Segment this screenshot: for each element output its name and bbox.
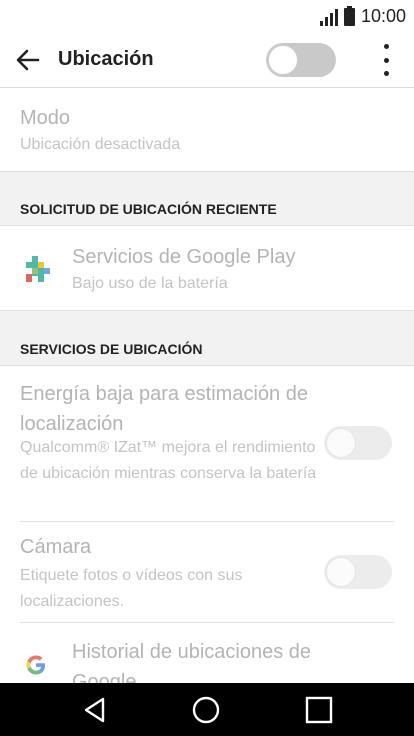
app-bar: Ubicación bbox=[0, 32, 414, 88]
google-play-services-title: Servicios de Google Play bbox=[72, 246, 296, 268]
battery-icon bbox=[343, 5, 355, 26]
section-header-recent: SOLICITUD DE UBICACIÓN RECIENTE bbox=[0, 171, 414, 226]
google-icon bbox=[26, 655, 45, 675]
toggle-knob bbox=[326, 428, 356, 458]
list-item-low-energy-estimation[interactable]: Energía baja para estimación de localiza… bbox=[0, 366, 414, 522]
list-item-camera[interactable]: Cámara Etiquete fotos o vídeos con sus l… bbox=[0, 523, 414, 621]
low-energy-toggle[interactable] bbox=[324, 426, 392, 460]
mode-subtitle: Ubicación desactivada bbox=[20, 136, 181, 153]
low-energy-title: Energía baja para estimación de localiza… bbox=[20, 383, 308, 435]
section-services-label: SERVICIOS DE UBICACIÓN bbox=[20, 341, 203, 357]
list-item-google-location-history[interactable]: Historial de ubicaciones de Google bbox=[0, 623, 414, 683]
status-time: 10:00 bbox=[360, 6, 406, 26]
location-history-title: Historial de ubicaciones de Google bbox=[72, 641, 312, 683]
mode-title: Modo bbox=[20, 107, 71, 129]
nav-back-icon[interactable] bbox=[80, 695, 110, 725]
low-energy-subtitle: Qualcomm® IZat™ mejora el rendimiento de… bbox=[20, 439, 317, 482]
page-title: Ubicación bbox=[58, 48, 154, 70]
status-icons: 10:00 bbox=[319, 5, 406, 27]
nav-recents-icon[interactable] bbox=[304, 695, 334, 725]
google-play-services-icon bbox=[26, 256, 50, 282]
google-play-services-subtitle: Bajo uso de la batería bbox=[72, 275, 228, 292]
section-recent-label: SOLICITUD DE UBICACIÓN RECIENTE bbox=[20, 201, 277, 217]
camera-subtitle: Etiquete fotos o vídeos con sus localiza… bbox=[20, 567, 243, 610]
camera-title: Cámara bbox=[20, 536, 92, 558]
toggle-knob bbox=[268, 45, 298, 75]
divider bbox=[20, 521, 394, 522]
nav-home-icon[interactable] bbox=[191, 695, 221, 725]
signal-icon bbox=[319, 8, 338, 26]
camera-toggle[interactable] bbox=[324, 555, 392, 589]
more-options-icon[interactable] bbox=[382, 44, 390, 76]
toggle-knob bbox=[326, 557, 356, 587]
mode-setting-row[interactable]: Modo Ubicación desactivada bbox=[0, 89, 414, 171]
navigation-bar bbox=[0, 683, 414, 736]
back-arrow-icon[interactable] bbox=[14, 46, 42, 74]
status-bar: 10:00 bbox=[0, 0, 414, 32]
location-master-toggle[interactable] bbox=[266, 43, 336, 77]
section-header-services: SERVICIOS DE UBICACIÓN bbox=[0, 310, 414, 366]
list-item-google-play-services[interactable]: Servicios de Google Play Bajo uso de la … bbox=[0, 226, 414, 310]
